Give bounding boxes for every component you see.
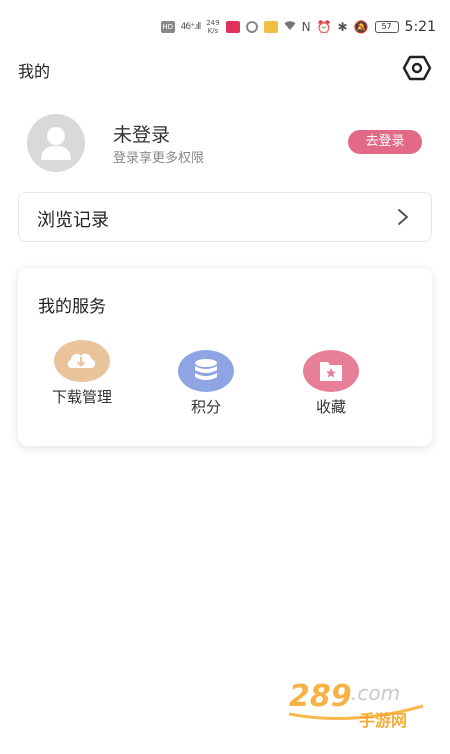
favorites-button[interactable]: 收藏 bbox=[291, 350, 371, 417]
watermark-digits: 289 bbox=[289, 679, 352, 714]
services-title: 我的服务 bbox=[38, 297, 106, 317]
app-notification-icon bbox=[225, 21, 240, 33]
cloud-download-icon bbox=[54, 340, 110, 382]
download-manager-button[interactable]: 下载管理 bbox=[42, 340, 122, 407]
site-watermark: 289 .com 手游网 bbox=[283, 670, 433, 730]
coin-stack-icon bbox=[178, 350, 234, 392]
star-folder-icon bbox=[303, 350, 359, 392]
my-services-card: 我的服务 下载管理 积分 收藏 bbox=[18, 268, 432, 446]
avatar[interactable] bbox=[27, 114, 85, 172]
network-speed-unit: K/s bbox=[207, 27, 219, 35]
circle-notification-icon bbox=[245, 21, 258, 33]
browse-history-label: 浏览记录 bbox=[37, 210, 109, 231]
signal-icon: 46⁺.ıll bbox=[180, 22, 202, 32]
user-icon bbox=[41, 127, 71, 160]
mute-icon: 🔕 bbox=[353, 20, 369, 34]
nfc-icon: N bbox=[301, 20, 311, 34]
browse-history-row[interactable]: 浏览记录 bbox=[18, 192, 432, 242]
chevron-right-icon bbox=[398, 209, 408, 225]
download-manager-label: 下载管理 bbox=[52, 388, 113, 406]
bluetooth-icon: ✱ bbox=[337, 20, 348, 34]
status-time: 5:21 bbox=[404, 19, 436, 35]
hd-badge: HD bbox=[160, 21, 175, 33]
login-button[interactable]: 去登录 bbox=[348, 130, 422, 154]
settings-icon bbox=[402, 55, 432, 81]
network-speed-value: 249 bbox=[206, 19, 220, 27]
battery-icon: 57 bbox=[374, 21, 399, 33]
status-icons: HD 46⁺.ıll 249 K/s N ⏰ ✱ 🔕 57 5:21 bbox=[160, 16, 436, 38]
network-speed: 249 K/s bbox=[206, 19, 219, 35]
username: 未登录 bbox=[113, 124, 171, 146]
status-bar: HD 46⁺.ıll 249 K/s N ⏰ ✱ 🔕 57 5:21 bbox=[0, 0, 450, 50]
message-notification-icon bbox=[263, 21, 278, 33]
page-title: 我的 bbox=[18, 62, 51, 81]
wifi-icon bbox=[284, 20, 296, 34]
watermark-cn: 手游网 bbox=[359, 711, 407, 730]
points-label: 积分 bbox=[190, 398, 221, 416]
login-hint: 登录享更多权限 bbox=[113, 151, 205, 166]
alarm-icon: ⏰ bbox=[316, 20, 332, 34]
watermark-suffix: .com bbox=[351, 681, 400, 705]
settings-button[interactable] bbox=[402, 54, 432, 82]
favorites-label: 收藏 bbox=[315, 398, 346, 416]
points-button[interactable]: 积分 bbox=[166, 350, 246, 417]
